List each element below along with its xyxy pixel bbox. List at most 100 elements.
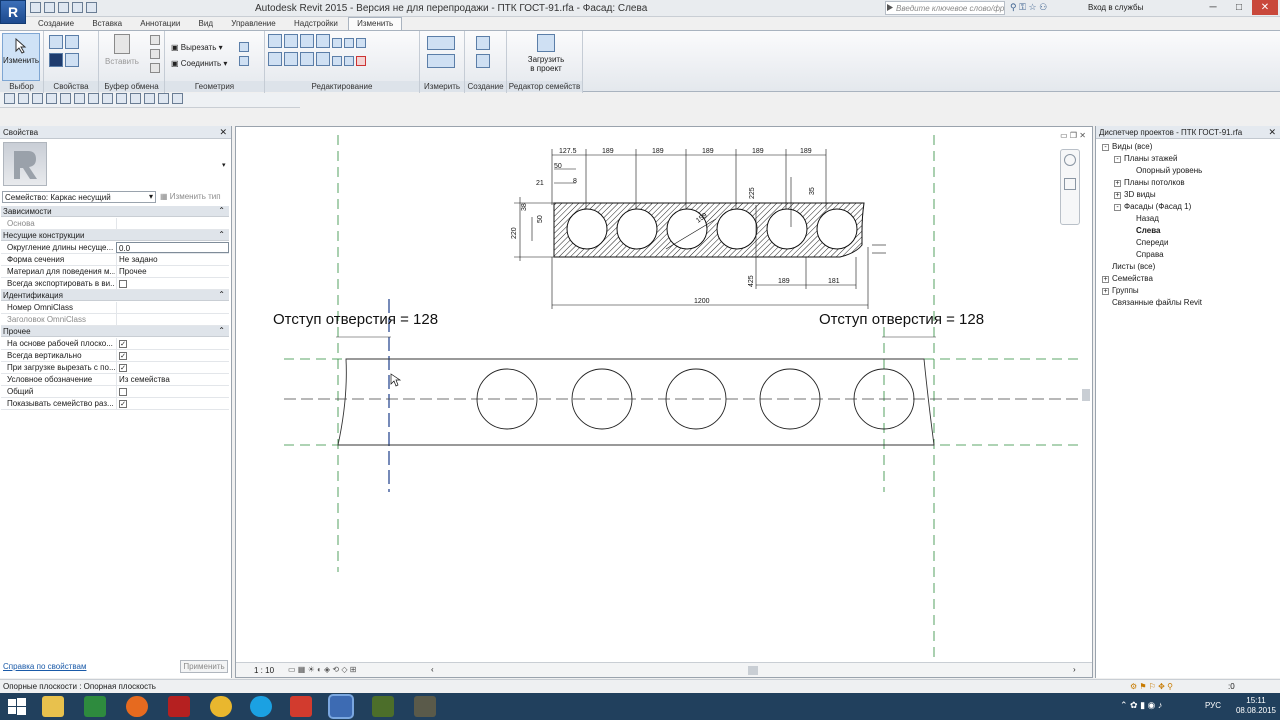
close-windows-qa-icon[interactable]: [158, 93, 169, 104]
app-icon-2[interactable]: [414, 696, 436, 717]
checkbox[interactable]: ✓: [119, 364, 127, 372]
expand-icon[interactable]: +: [1114, 180, 1121, 187]
app-logo-button[interactable]: R: [0, 0, 26, 24]
save-qa-icon[interactable]: [18, 93, 29, 104]
family-category-icon[interactable]: [65, 53, 79, 67]
minimize-button[interactable]: ─: [1200, 0, 1226, 15]
tree-item[interactable]: Связанные файлы Revit: [1102, 298, 1202, 307]
group-identity[interactable]: Идентификация ⌃: [1, 290, 229, 301]
expand-icon[interactable]: +: [1114, 192, 1121, 199]
tree-item[interactable]: - Планы этажей: [1114, 154, 1177, 163]
tree-item[interactable]: +3D виды: [1114, 190, 1156, 199]
close-icon[interactable]: ✕: [1268, 127, 1276, 138]
checkbox[interactable]: ✓: [119, 340, 127, 348]
copy-icon[interactable]: [150, 49, 160, 59]
vertical-scrollbar-thumb[interactable]: [1082, 389, 1090, 401]
paste-button[interactable]: Вставить: [103, 33, 141, 81]
status-icons[interactable]: ⚙ ⚑ ⚐ ✥ ⚲: [1130, 682, 1173, 691]
measure-icon[interactable]: [427, 36, 455, 50]
tree-item[interactable]: + Группы: [1102, 286, 1139, 295]
switch-windows-qa-icon[interactable]: [172, 93, 183, 104]
move-icon[interactable]: [268, 52, 282, 66]
expand-icon[interactable]: +: [1102, 288, 1109, 295]
checkbox[interactable]: [119, 280, 127, 288]
mail-icon[interactable]: [290, 696, 312, 717]
binoculars-icon[interactable]: ⚲: [1010, 2, 1017, 12]
3d-qa-icon[interactable]: [116, 93, 127, 104]
checkbox[interactable]: ✓: [119, 400, 127, 408]
aligned-dimension-icon[interactable]: [427, 54, 455, 68]
dimension-qa-icon[interactable]: [88, 93, 99, 104]
star-icon[interactable]: ☆: [1028, 2, 1036, 12]
split-icon[interactable]: [332, 38, 342, 48]
join-geometry-button[interactable]: ▣ Соединить ▾: [171, 59, 227, 68]
explorer-icon[interactable]: [42, 696, 64, 717]
type-properties-icon[interactable]: [49, 35, 63, 49]
type-dropdown-arrow-icon[interactable]: ▾: [222, 161, 226, 169]
array-icon[interactable]: [332, 56, 342, 66]
drawing-canvas[interactable]: ▭ ❐ ✕ 127.5 189 189 189 189 189 50 21 8 …: [235, 126, 1093, 678]
create-similar-icon[interactable]: [476, 54, 490, 68]
tree-item[interactable]: + Семейства: [1102, 274, 1153, 283]
collapse-icon[interactable]: -: [1102, 144, 1109, 151]
tab-modify[interactable]: Изменить: [348, 17, 403, 30]
group-structural[interactable]: Несущие конструкции ⌃: [1, 230, 229, 241]
load-into-project-button[interactable]: Загрузить в проект: [525, 33, 567, 81]
collapse-icon[interactable]: -: [1114, 156, 1121, 163]
collapse-icon[interactable]: -: [1114, 204, 1121, 211]
view-scale[interactable]: 1 : 10: [254, 666, 274, 675]
redo-qa-icon[interactable]: [46, 93, 57, 104]
pin-icon[interactable]: [356, 38, 366, 48]
family-types-icon[interactable]: [65, 35, 79, 49]
print-qa-icon[interactable]: [60, 93, 71, 104]
properties-help-link[interactable]: Справка по свойствам: [3, 662, 86, 671]
mirror-axis-icon[interactable]: [300, 34, 314, 48]
close-icon[interactable]: ✕: [219, 127, 227, 138]
section-qa-icon[interactable]: [130, 93, 141, 104]
length-rounding-input[interactable]: 0.0: [116, 242, 229, 253]
property-value[interactable]: [116, 302, 229, 313]
cut-geometry-button[interactable]: ▣ Вырезать ▾: [171, 43, 223, 52]
group-other[interactable]: Прочее ⌃: [1, 326, 229, 337]
store-icon[interactable]: [84, 696, 106, 717]
windows-start-icon[interactable]: [6, 696, 28, 717]
mirror-draw-icon[interactable]: [316, 34, 330, 48]
redo-icon[interactable]: [72, 2, 83, 13]
trim-icon[interactable]: [316, 52, 330, 66]
save-icon[interactable]: [44, 2, 55, 13]
scroll-left-icon[interactable]: ‹: [431, 665, 434, 674]
tree-item[interactable]: Слева: [1126, 226, 1160, 235]
expand-icon[interactable]: +: [1102, 276, 1109, 283]
tree-item[interactable]: Назад: [1126, 214, 1159, 223]
rotate-icon[interactable]: [300, 52, 314, 66]
clock[interactable]: 15:11 08.08.2015: [1236, 696, 1276, 716]
hole-offset-note-right[interactable]: Отступ отверстия = 128: [819, 311, 984, 328]
split-gap-icon[interactable]: [344, 38, 354, 48]
measure-qa-icon[interactable]: [74, 93, 85, 104]
firefox-icon[interactable]: [126, 696, 148, 717]
paint-icon[interactable]: [239, 56, 249, 66]
autocad-icon[interactable]: [168, 696, 190, 717]
close-button[interactable]: ✕: [1252, 0, 1278, 15]
horizontal-scrollbar-thumb[interactable]: [748, 666, 758, 675]
apply-button[interactable]: Применить: [180, 660, 228, 673]
search-input[interactable]: Введите ключевое слово/фразу: [885, 1, 1005, 15]
user-icon[interactable]: ⚇: [1039, 2, 1047, 12]
checkbox[interactable]: [119, 388, 127, 396]
modify-button[interactable]: Изменить: [2, 33, 40, 81]
open-qa-icon[interactable]: [4, 93, 15, 104]
tree-item[interactable]: Опорный уровень: [1126, 166, 1202, 175]
tray-icons[interactable]: ⌃ ✿ ▮ ◉ ♪: [1120, 700, 1162, 711]
property-value[interactable]: Прочее: [116, 266, 229, 277]
sign-in-button[interactable]: Вход в службы: [1088, 3, 1143, 12]
checkbox[interactable]: ✓: [119, 352, 127, 360]
tree-item[interactable]: + Планы потолков: [1114, 178, 1185, 187]
open-icon[interactable]: [30, 2, 41, 13]
scale-icon[interactable]: [344, 56, 354, 66]
cut-icon[interactable]: [150, 35, 160, 45]
align-icon[interactable]: [268, 34, 282, 48]
thin-lines-qa-icon[interactable]: [144, 93, 155, 104]
copy-element-icon[interactable]: [284, 52, 298, 66]
create-group-icon[interactable]: [476, 36, 490, 50]
match-icon[interactable]: [150, 63, 160, 73]
